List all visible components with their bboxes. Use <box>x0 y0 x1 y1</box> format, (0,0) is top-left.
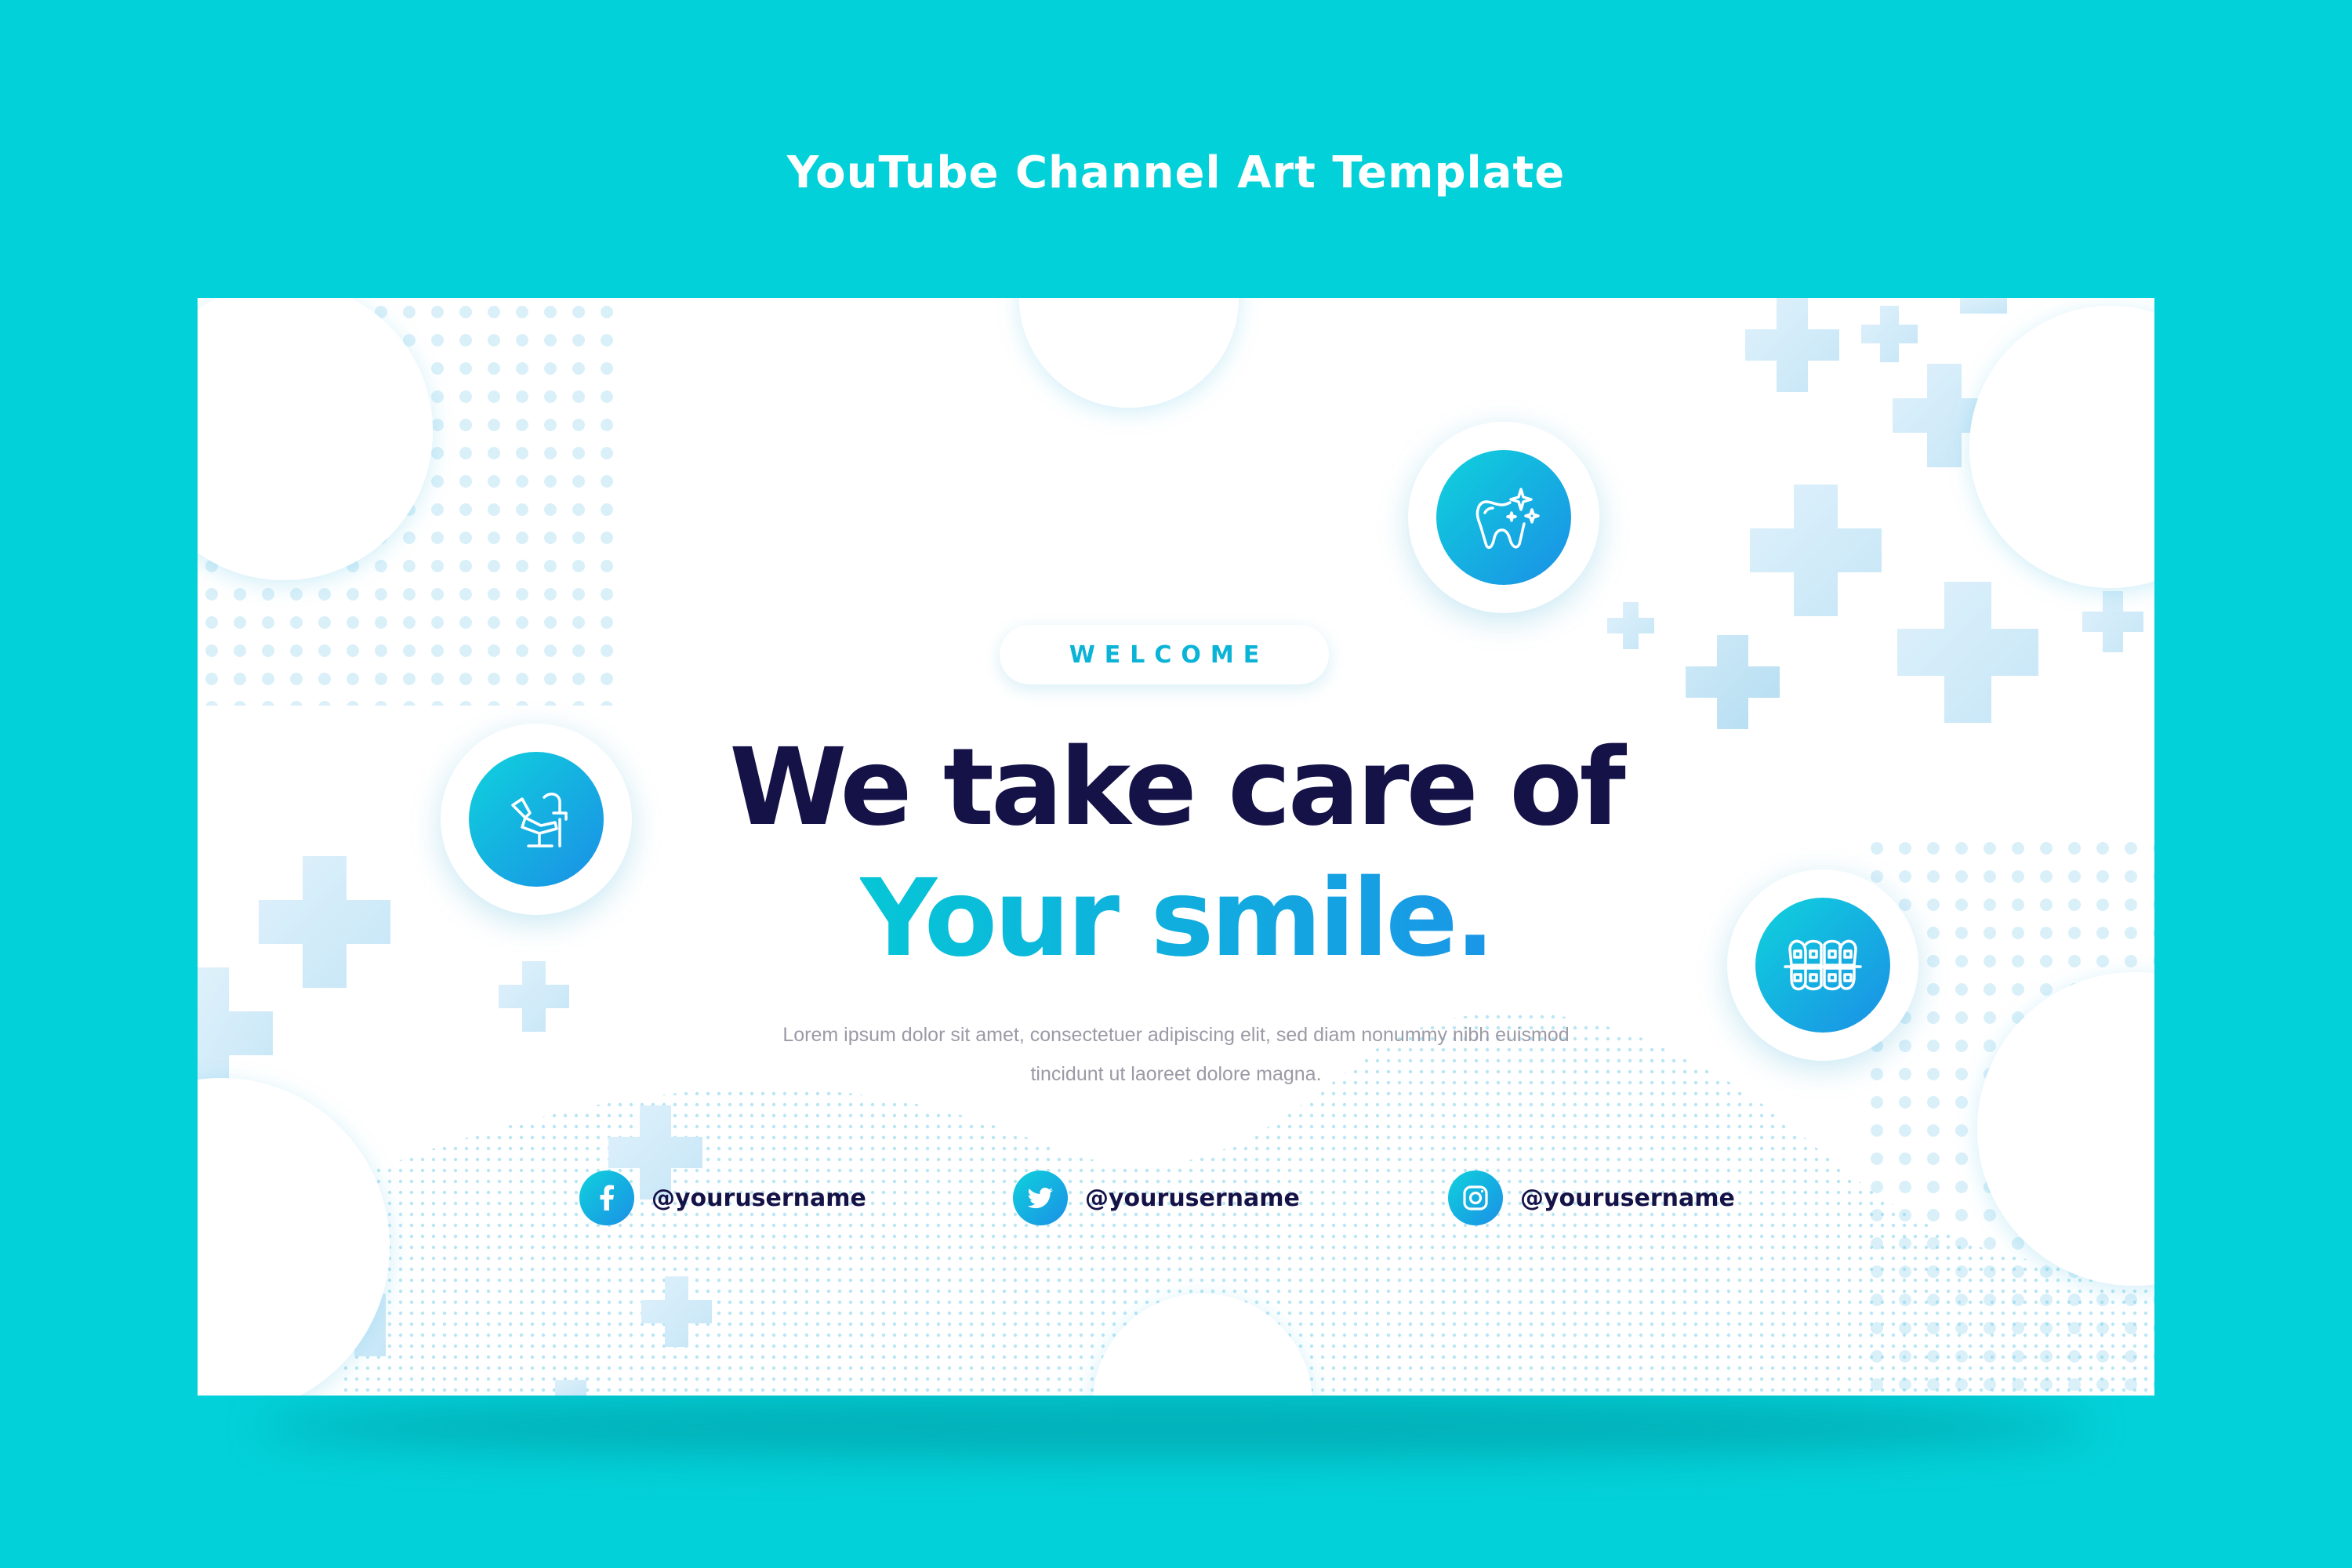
page-title: YouTube Channel Art Template <box>786 147 1566 198</box>
twitter-username: @yourusername <box>1085 1184 1300 1212</box>
braces-badge-inner <box>1755 898 1890 1033</box>
twitter-icon <box>1013 1171 1068 1225</box>
sparkling-tooth-badge <box>1408 422 1599 613</box>
instagram-icon <box>1448 1171 1503 1225</box>
braces-icon <box>1784 939 1862 991</box>
page: YouTube Channel Art Template WELCOME We … <box>0 0 2352 1568</box>
twitter-handle[interactable]: @yourusername <box>1013 1170 1300 1226</box>
dental-chair-badge <box>441 724 632 915</box>
headline: We take care of <box>729 726 1626 850</box>
braces-badge <box>1727 869 1918 1061</box>
welcome-badge: WELCOME <box>1000 625 1329 684</box>
body-text-line-1: Lorem ipsum dolor sit amet, consectetuer… <box>782 1024 1570 1046</box>
subheadline: Your smile. <box>590 856 1762 982</box>
dental-chair-badge-inner <box>469 752 604 887</box>
sparkling-tooth-icon <box>1475 488 1540 550</box>
instagram-username: @yourusername <box>1520 1184 1735 1212</box>
body-text-line-2: tincidunt ut laoreet dolore magna. <box>1030 1063 1322 1085</box>
facebook-handle[interactable]: @yourusername <box>579 1170 866 1226</box>
facebook-username: @yourusername <box>652 1184 866 1212</box>
banner-shadow <box>259 1396 2093 1458</box>
channel-art-banner: WELCOME We take care of Your smile. Lore… <box>198 298 2154 1396</box>
sparkling-tooth-badge-inner <box>1436 450 1571 585</box>
instagram-handle[interactable]: @yourusername <box>1448 1170 1735 1226</box>
dental-chair-icon <box>511 793 568 848</box>
facebook-icon <box>579 1171 634 1225</box>
subheadline-text: Your smile. <box>859 857 1495 981</box>
body-text: Lorem ipsum dolor sit amet, consectetuer… <box>715 1015 1637 1094</box>
